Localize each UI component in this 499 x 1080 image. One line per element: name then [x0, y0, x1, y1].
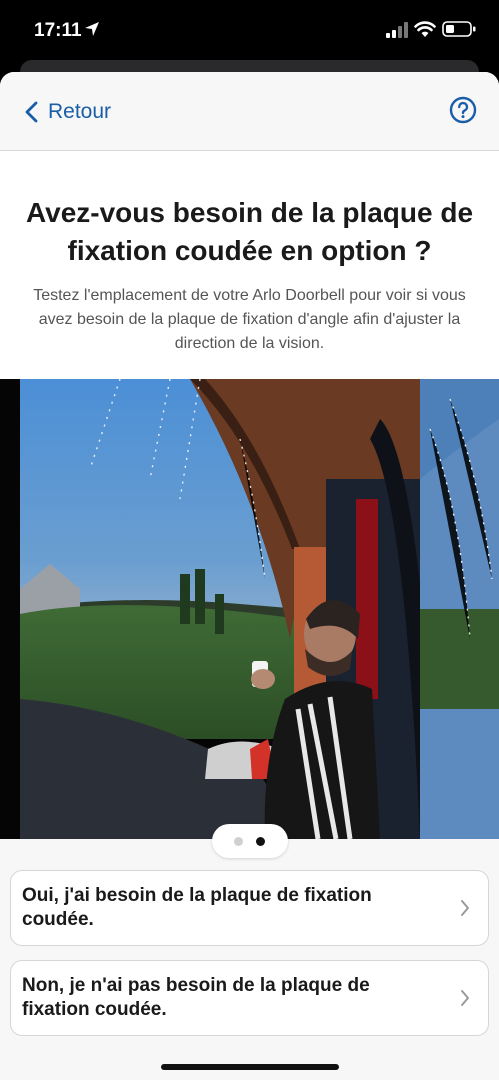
- page-subtitle: Testez l'emplacement de votre Arlo Doorb…: [33, 287, 466, 352]
- chevron-left-icon: [25, 101, 38, 123]
- status-bar: 17:11: [0, 0, 499, 62]
- help-icon[interactable]: [449, 96, 477, 124]
- page-title: Avez-vous besoin de la plaque de fixatio…: [25, 197, 474, 266]
- option-no-bracket-button[interactable]: Non, je n'ai pas besoin de la plaque de …: [10, 960, 489, 1036]
- cellular-signal-icon: [386, 22, 408, 38]
- option-label: Oui, j'ai besoin de la plaque de fixatio…: [22, 885, 372, 930]
- option-label: Non, je n'ai pas besoin de la plaque de …: [22, 975, 370, 1020]
- wifi-icon: [414, 21, 436, 37]
- page-dot-2-active[interactable]: [256, 837, 265, 846]
- navigation-bar: Retour: [0, 72, 499, 151]
- carousel-page-indicator[interactable]: [212, 824, 288, 858]
- battery-icon: [442, 21, 476, 37]
- chevron-right-icon: [461, 900, 469, 916]
- home-indicator[interactable]: [161, 1064, 339, 1070]
- option-need-bracket-button[interactable]: Oui, j'ai besoin de la plaque de fixatio…: [10, 870, 489, 946]
- chevron-right-icon: [461, 990, 469, 1006]
- modal-sheet: Retour Avez-vous besoin de la plaque de …: [0, 72, 499, 1080]
- back-label: Retour: [48, 100, 112, 123]
- back-button[interactable]: Retour: [24, 98, 111, 126]
- page-dot-1[interactable]: [234, 837, 243, 846]
- doorbell-view-photo: [0, 379, 499, 839]
- status-time: 17:11: [34, 20, 82, 41]
- location-arrow-icon: [85, 22, 99, 36]
